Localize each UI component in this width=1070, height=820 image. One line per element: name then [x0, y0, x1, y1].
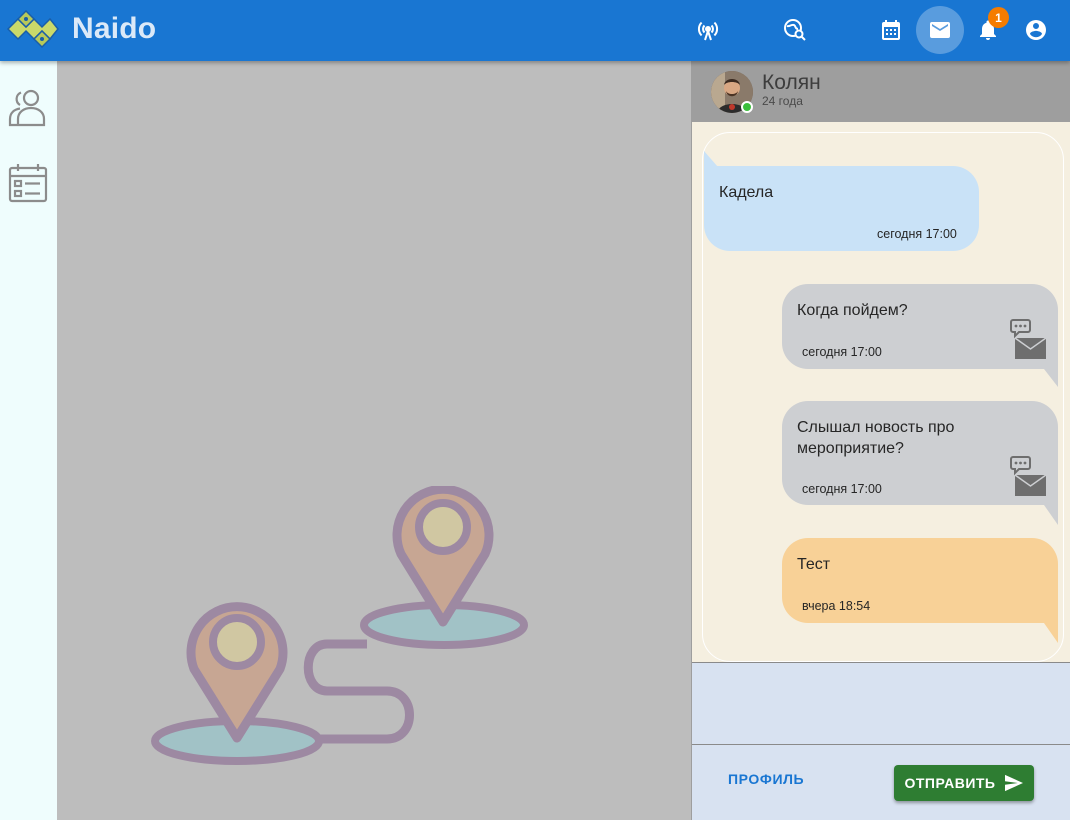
- calendar-button[interactable]: [867, 6, 915, 54]
- map-area[interactable]: [57, 61, 691, 820]
- bubble-tail: [704, 151, 718, 167]
- sidebar-item-events[interactable]: [5, 160, 51, 206]
- send-button-label: ОТПРАВИТЬ: [904, 775, 996, 791]
- list-item[interactable]: Слышал новость про мероприятие? сегодня …: [782, 401, 1058, 505]
- messages-button[interactable]: [916, 6, 964, 54]
- calendar-icon: [882, 20, 900, 40]
- online-status-indicator: [741, 101, 753, 113]
- message-input[interactable]: [692, 662, 1070, 745]
- chat-panel: Колян 24 года Кадела сегодня 17:00 Когда…: [691, 61, 1070, 820]
- send-button[interactable]: ОТПРАВИТЬ: [894, 765, 1034, 801]
- account-button[interactable]: [1012, 6, 1060, 54]
- chat-envelope-icon: [1010, 319, 1046, 359]
- map-search-icon: [784, 19, 806, 41]
- sidebar-item-friends[interactable]: [5, 84, 51, 130]
- profile-button[interactable]: ПРОФИЛЬ: [728, 771, 804, 787]
- bubble-tail: [1044, 369, 1058, 387]
- broadcast-icon: [697, 21, 719, 41]
- contact-age: 24 года: [762, 94, 803, 108]
- friends-icon: [8, 89, 46, 127]
- logo-icon[interactable]: [4, 6, 62, 52]
- chat-header: Колян 24 года: [692, 61, 1070, 122]
- message-text: Слышал новость про мероприятие?: [797, 419, 955, 457]
- app-title[interactable]: Naido: [72, 12, 156, 46]
- notification-badge: 1: [988, 7, 1009, 28]
- sidebar: [0, 61, 57, 820]
- list-item[interactable]: Кадела сегодня 17:00: [704, 166, 979, 251]
- list-item[interactable]: Тест вчера 18:54: [782, 538, 1058, 623]
- mail-icon: [930, 22, 950, 38]
- top-app-bar: Naido 1: [0, 0, 1070, 61]
- send-icon: [1004, 774, 1023, 792]
- message-time: сегодня 17:00: [802, 345, 882, 359]
- message-time: сегодня 17:00: [877, 227, 957, 241]
- bubble-tail: [1044, 505, 1058, 525]
- message-text: Кадела: [719, 184, 774, 201]
- map-search-button[interactable]: [771, 6, 819, 54]
- events-calendar-icon: [8, 164, 48, 203]
- chat-actions: ПРОФИЛЬ ОТПРАВИТЬ: [692, 745, 1070, 820]
- list-item[interactable]: Когда пойдем? сегодня 17:00: [782, 284, 1058, 369]
- account-icon: [1026, 20, 1046, 40]
- chat-envelope-icon: [1010, 456, 1046, 496]
- bubble-tail: [1044, 623, 1058, 643]
- message-time: сегодня 17:00: [802, 482, 882, 496]
- route-placeholder-illustration: [151, 486, 528, 765]
- message-list[interactable]: Кадела сегодня 17:00 Когда пойдем? сегод…: [702, 132, 1064, 662]
- message-text: Тест: [797, 556, 831, 573]
- contact-name[interactable]: Колян: [762, 71, 821, 95]
- message-time: вчера 18:54: [802, 599, 871, 613]
- broadcast-button[interactable]: [684, 6, 732, 54]
- message-text: Когда пойдем?: [797, 302, 908, 319]
